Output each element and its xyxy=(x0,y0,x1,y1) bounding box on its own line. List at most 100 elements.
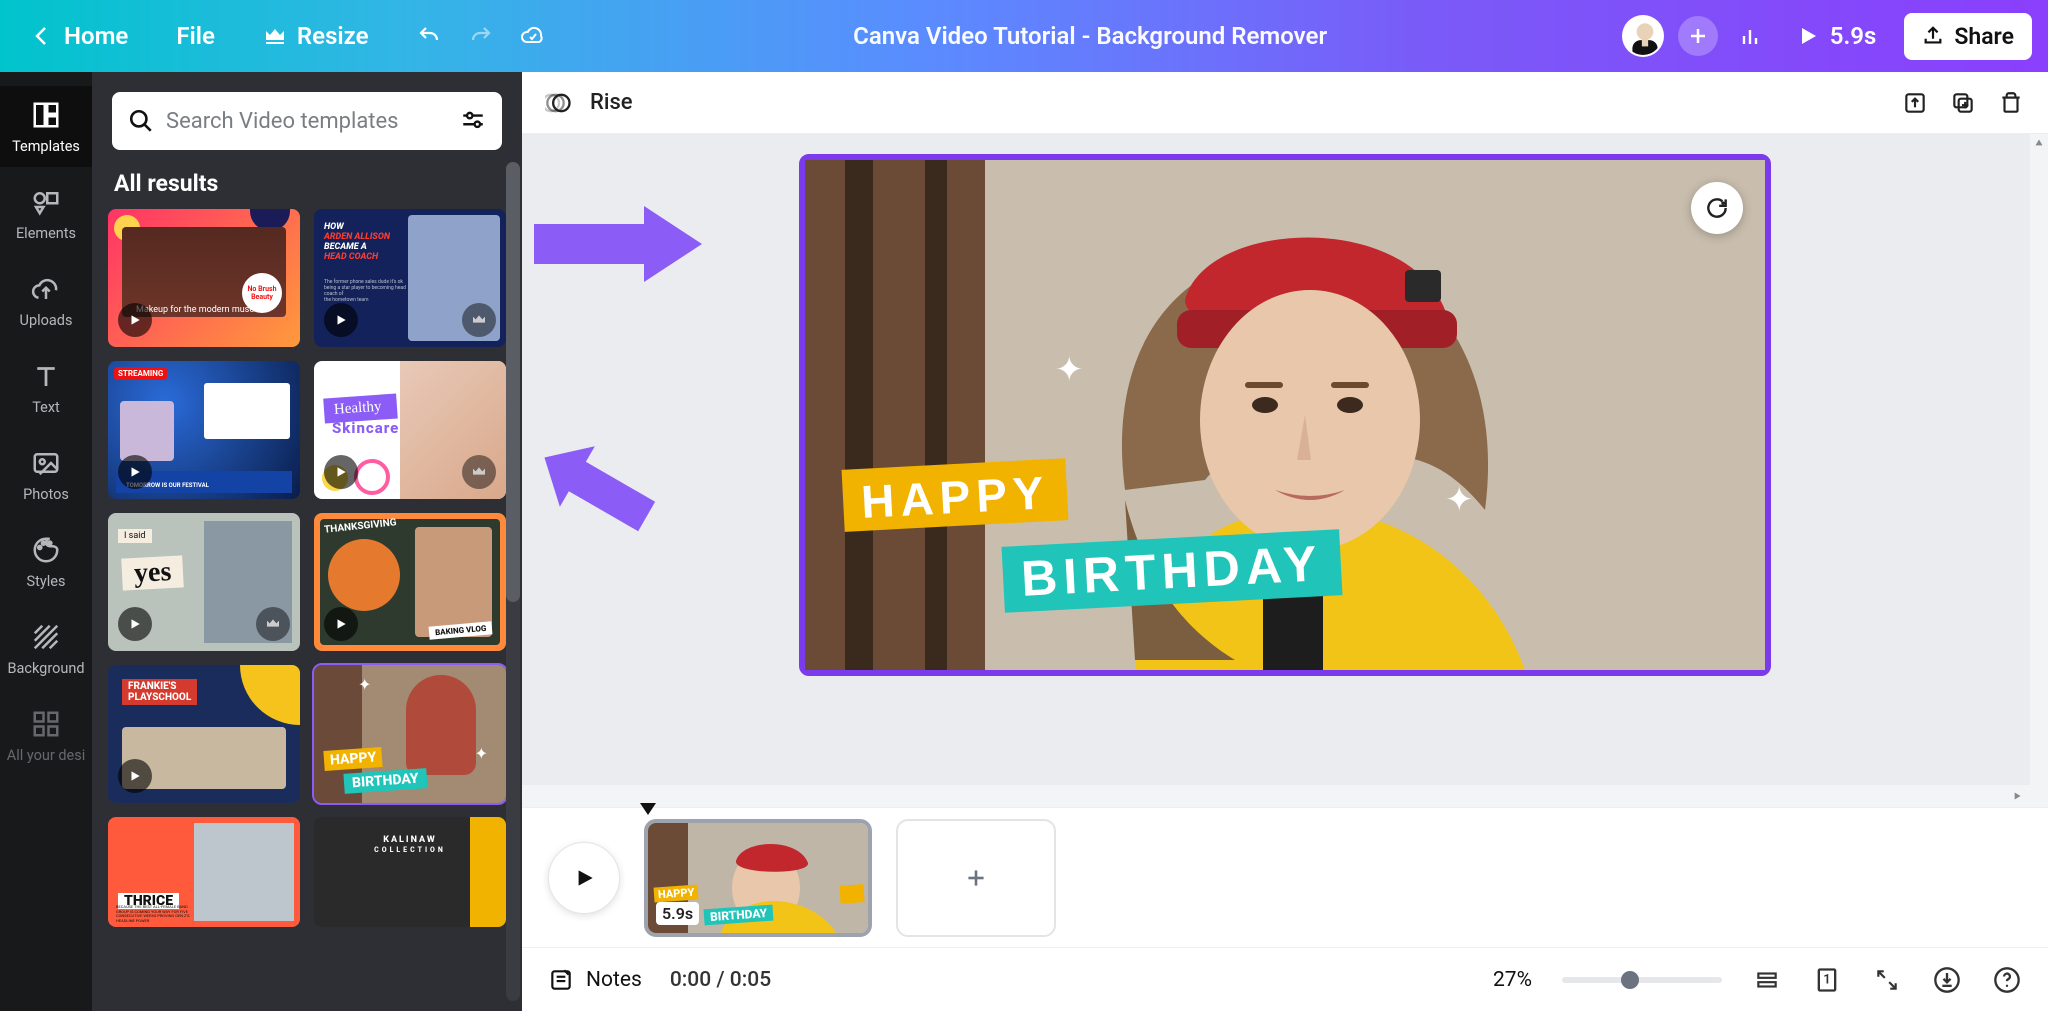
play-overlay-icon xyxy=(118,303,152,337)
duration-label: 5.9s xyxy=(1830,22,1877,50)
nav-elements-label: Elements xyxy=(16,225,76,242)
template-card[interactable]: HOWARDEN ALLISONBECAME AHEAD COACH The f… xyxy=(314,209,506,347)
nav-photos[interactable]: Photos xyxy=(0,434,92,515)
animation-icon xyxy=(545,89,573,117)
download-circle-icon xyxy=(1933,966,1961,994)
annotation-arrow-right xyxy=(534,204,704,284)
view-grid-icon xyxy=(1754,967,1780,993)
page-count-button[interactable]: 1 xyxy=(1812,965,1842,995)
scroll-up-icon[interactable] xyxy=(2030,136,2048,150)
zoom-value: 27% xyxy=(1493,968,1532,992)
plus-icon xyxy=(963,865,989,891)
scrollbar-thumb[interactable] xyxy=(506,162,520,602)
crown-icon xyxy=(263,24,287,48)
undo-icon xyxy=(417,24,441,48)
add-page-button[interactable] xyxy=(896,819,1056,937)
upload-square-icon xyxy=(1902,90,1928,116)
nav-styles[interactable]: Styles xyxy=(0,521,92,602)
preview-play-button[interactable]: 5.9s xyxy=(1782,14,1891,58)
document-title[interactable]: Canva Video Tutorial - Background Remove… xyxy=(559,22,1622,50)
duplicate-icon xyxy=(1950,90,1976,116)
share-label: Share xyxy=(1954,23,2014,50)
plus-icon xyxy=(1686,24,1710,48)
play-icon xyxy=(1796,24,1820,48)
insights-button[interactable] xyxy=(1732,16,1768,56)
uploads-icon xyxy=(31,274,61,304)
template-card[interactable]: KALINAWCOLLECTION xyxy=(314,817,506,927)
fullscreen-button[interactable] xyxy=(1872,965,1902,995)
back-home-button[interactable]: Home xyxy=(16,14,142,58)
user-avatar[interactable] xyxy=(1622,15,1664,57)
canvas-toolbar: Rise xyxy=(522,72,2048,134)
share-button[interactable]: Share xyxy=(1904,13,2032,60)
canvas-vertical-scrollbar[interactable] xyxy=(2030,134,2048,807)
avatar-icon xyxy=(1624,17,1664,57)
playhead-icon[interactable] xyxy=(638,801,658,821)
animate-button[interactable] xyxy=(544,88,574,118)
template-card[interactable]: No Brush Beauty Makeup for the modern mu… xyxy=(108,209,300,347)
scroll-right-icon[interactable] xyxy=(2010,787,2024,805)
search-box[interactable] xyxy=(112,92,502,150)
filter-icon[interactable] xyxy=(460,108,486,134)
nav-elements[interactable]: Elements xyxy=(0,173,92,254)
resize-menu[interactable]: Resize xyxy=(249,14,383,58)
nav-templates-label: Templates xyxy=(12,138,80,155)
template-card[interactable]: THRICE BECAUSE THE BEST ALL-FEMALE BAND … xyxy=(108,817,300,927)
template-title: HAPPY xyxy=(323,747,383,771)
premium-crown-icon xyxy=(256,607,290,641)
canvas-horizontal-scrollbar[interactable] xyxy=(522,785,2030,807)
sparkle-icon: ✦ xyxy=(1445,480,1474,520)
animation-label[interactable]: Rise xyxy=(590,90,633,115)
zoom-slider[interactable] xyxy=(1562,977,1722,983)
timeline-clip[interactable]: HAPPY BIRTHDAY 5.9s xyxy=(644,819,872,937)
template-card[interactable]: I said yes xyxy=(108,513,300,651)
delete-page-button[interactable] xyxy=(1996,88,2026,118)
top-bar: Home File Resize Canva Video Tutorial - … xyxy=(0,0,2048,72)
nav-uploads[interactable]: Uploads xyxy=(0,260,92,341)
nav-background-label: Background xyxy=(7,660,84,677)
add-element-fab[interactable] xyxy=(1691,182,1743,234)
template-title: KALINAWCOLLECTION xyxy=(374,835,446,855)
template-card[interactable]: STREAMING TOMORROW IS OUR FESTIVAL xyxy=(108,361,300,499)
nav-uploads-label: Uploads xyxy=(20,312,73,329)
play-overlay-icon xyxy=(118,607,152,641)
template-card-selected[interactable]: HAPPY BIRTHDAY ✦ ✦ xyxy=(314,665,506,803)
styles-icon xyxy=(31,535,61,565)
file-menu[interactable]: File xyxy=(162,14,229,58)
zoom-slider-thumb[interactable] xyxy=(1621,971,1639,989)
download-button[interactable] xyxy=(1932,965,1962,995)
template-card[interactable]: FRANKIE'SPLAYSCHOOL xyxy=(108,665,300,803)
canvas-stage[interactable]: ✦ ✦ HAPPY BIRTHDAY xyxy=(799,154,1771,676)
help-button[interactable] xyxy=(1992,965,2022,995)
panel-scrollbar[interactable] xyxy=(506,162,520,1001)
nav-background[interactable]: Background xyxy=(0,608,92,689)
template-caption: STREAMING xyxy=(114,367,167,380)
template-card[interactable]: Healthy Skincare xyxy=(314,361,506,499)
left-nav: Templates Elements Uploads Text Photos S… xyxy=(0,72,92,1011)
template-caption: I said xyxy=(118,529,152,543)
templates-panel: All results No Brush Beauty Makeup for t… xyxy=(92,72,522,1011)
timeline-play-button[interactable] xyxy=(548,842,620,914)
view-grid-button[interactable] xyxy=(1752,965,1782,995)
search-input[interactable] xyxy=(166,109,448,134)
fullscreen-icon xyxy=(1874,967,1900,993)
redo-button[interactable] xyxy=(455,16,507,56)
canvas-text-happy[interactable]: HAPPY xyxy=(842,458,1069,532)
export-page-button[interactable] xyxy=(1900,88,1930,118)
duplicate-page-button[interactable] xyxy=(1948,88,1978,118)
template-card[interactable]: THANKSGIVING BAKING VLOG xyxy=(314,513,506,651)
cloud-sync-button[interactable] xyxy=(507,16,559,56)
refresh-plus-icon xyxy=(1704,195,1730,221)
nav-text[interactable]: Text xyxy=(0,347,92,428)
help-icon xyxy=(1993,966,2021,994)
video-canvas[interactable]: ✦ ✦ HAPPY BIRTHDAY xyxy=(805,160,1765,670)
play-icon xyxy=(571,865,597,891)
add-collaborator-button[interactable] xyxy=(1678,16,1718,56)
nav-all-designs[interactable]: All your desi xyxy=(0,695,92,776)
undo-button[interactable] xyxy=(403,16,455,56)
nav-templates[interactable]: Templates xyxy=(0,86,92,167)
selection-frame[interactable]: ✦ ✦ HAPPY BIRTHDAY xyxy=(799,154,1771,676)
notes-button[interactable]: Notes xyxy=(548,967,642,993)
stage-wrap[interactable]: ✦ ✦ HAPPY BIRTHDAY xyxy=(522,134,2048,807)
sparkle-icon: ✦ xyxy=(1055,350,1084,390)
